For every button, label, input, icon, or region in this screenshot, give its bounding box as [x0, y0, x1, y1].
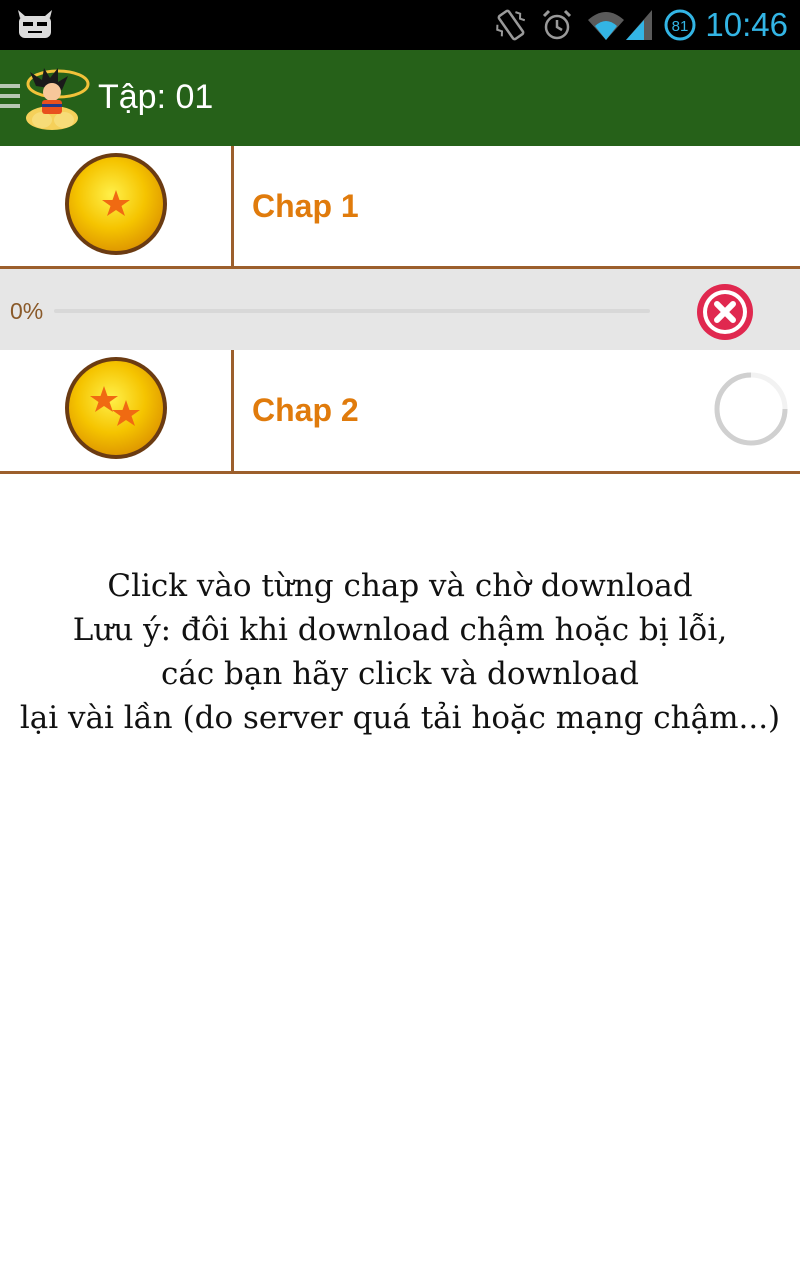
- one-star-dragon-ball-icon: [65, 153, 167, 255]
- instruction-message: Click vào từng chap và chờ download Lưu …: [0, 564, 800, 740]
- status-time: 10:46: [705, 6, 788, 43]
- chapter-label: Chap 2: [252, 392, 359, 428]
- cancel-download-icon[interactable]: [694, 281, 756, 343]
- download-progress-row: 0%: [0, 269, 800, 350]
- two-star-dragon-ball-icon: [65, 357, 167, 459]
- page-title: Tập: 01: [98, 78, 214, 116]
- message-line: các bạn hãy click và download: [161, 656, 639, 692]
- goku-logo-icon[interactable]: [22, 62, 92, 134]
- chapter-row-1[interactable]: Chap 1: [0, 146, 800, 269]
- message-line: lại vài lần (do server quá tải hoặc mạng…: [19, 700, 781, 736]
- chapter-thumbnail: [0, 146, 234, 266]
- message-line: Click vào từng chap và chờ download: [107, 568, 693, 604]
- chapter-row-2[interactable]: Chap 2: [0, 350, 800, 474]
- loading-spinner-icon: [714, 372, 788, 446]
- status-bar: 81 10:46: [0, 0, 800, 50]
- signal-icon: [626, 10, 652, 40]
- battery-icon: 81: [664, 9, 696, 41]
- vibrate-icon: [496, 9, 526, 41]
- cyanogen-robot-icon: [18, 10, 52, 38]
- alarm-icon: [542, 9, 572, 40]
- wifi-icon: [588, 12, 624, 40]
- battery-level: 81: [672, 18, 689, 35]
- download-progress-bar: [54, 309, 650, 313]
- chapter-thumbnail: [0, 350, 234, 471]
- chapter-label: Chap 1: [252, 188, 359, 224]
- drawer-menu-icon[interactable]: [0, 84, 22, 112]
- download-percent: 0%: [10, 298, 44, 324]
- message-line: Lưu ý: đôi khi download chậm hoặc bị lỗi…: [72, 612, 728, 648]
- action-bar: Tập: 01: [0, 50, 800, 146]
